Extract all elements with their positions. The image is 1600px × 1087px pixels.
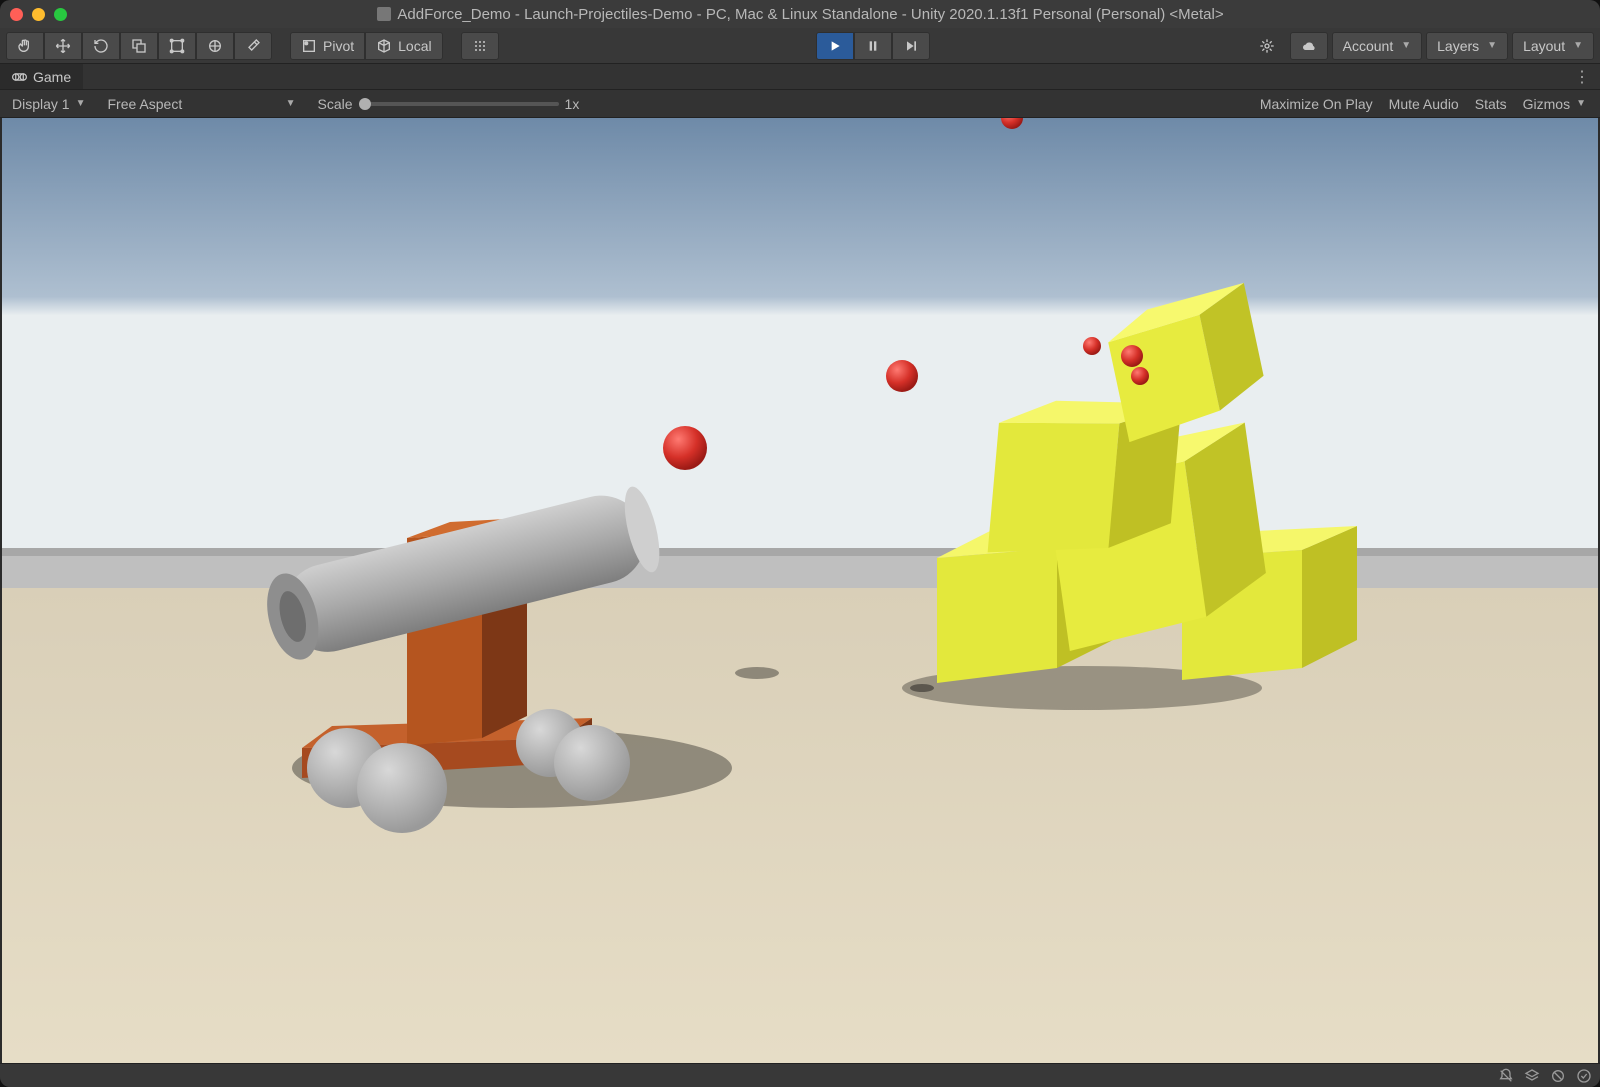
scale-slider[interactable] — [359, 102, 559, 106]
maximize-window-button[interactable] — [54, 8, 67, 21]
chevron-down-icon: ▼ — [1401, 40, 1411, 51]
gizmos-dropdown[interactable]: Gizmos ▼ — [1515, 94, 1594, 114]
pivot-toggle-button[interactable]: Pivot — [290, 32, 365, 60]
pivot-label: Pivot — [323, 38, 354, 54]
chevron-down-icon: ▼ — [1487, 40, 1497, 51]
cloud-icon — [1301, 38, 1317, 54]
rotate-icon — [93, 38, 109, 54]
tab-strip: Game ⋮ — [0, 64, 1600, 90]
scale-control: Scale 1x — [312, 94, 586, 114]
snap-grid-icon — [472, 38, 488, 54]
scale-icon — [131, 38, 147, 54]
tab-game-label: Game — [33, 69, 71, 85]
game-tab-icon — [12, 72, 27, 82]
game-viewport[interactable] — [2, 118, 1598, 1063]
play-button[interactable] — [816, 32, 854, 60]
scale-value: 1x — [565, 96, 580, 112]
maximize-on-play-toggle[interactable]: Maximize On Play — [1252, 94, 1381, 114]
stats-label: Stats — [1475, 96, 1507, 112]
move-icon — [55, 38, 71, 54]
hand-icon — [17, 38, 33, 54]
transform-tools-group — [6, 32, 272, 60]
stats-toggle[interactable]: Stats — [1467, 94, 1515, 114]
rect-tool-button[interactable] — [158, 32, 196, 60]
unity-logo-icon — [377, 7, 391, 21]
rect-icon — [169, 38, 185, 54]
projectile-sprite — [663, 426, 707, 470]
multi-transform-icon — [207, 38, 223, 54]
display-dropdown[interactable]: Display 1 ▼ — [6, 94, 92, 114]
chevron-down-icon: ▼ — [76, 98, 86, 109]
local-icon — [376, 38, 392, 54]
move-tool-button[interactable] — [44, 32, 82, 60]
pause-button[interactable] — [854, 32, 892, 60]
collab-icon — [1259, 38, 1275, 54]
hand-tool-button[interactable] — [6, 32, 44, 60]
tab-game[interactable]: Game — [0, 64, 83, 89]
mute-label: Mute Audio — [1389, 96, 1459, 112]
snap-toggle-button[interactable] — [461, 32, 499, 60]
cloud-button[interactable] — [1290, 32, 1328, 60]
window-title: AddForce_Demo - Launch-Projectiles-Demo … — [397, 6, 1223, 23]
transform-tool-button[interactable] — [196, 32, 234, 60]
account-dropdown[interactable]: Account ▼ — [1332, 32, 1423, 60]
main-toolbar: Pivot Local — [0, 28, 1600, 64]
close-window-button[interactable] — [10, 8, 23, 21]
gizmos-label: Gizmos — [1523, 96, 1570, 112]
pause-icon — [865, 38, 881, 54]
local-toggle-button[interactable]: Local — [365, 32, 442, 60]
display-label: Display 1 — [12, 96, 70, 112]
play-icon — [827, 38, 843, 54]
play-controls-group — [816, 32, 930, 60]
progress-idle-icon[interactable] — [1576, 1068, 1592, 1084]
mute-audio-toggle[interactable]: Mute Audio — [1381, 94, 1467, 114]
projectile-sprite — [1131, 367, 1149, 385]
debug-off-icon[interactable] — [1550, 1068, 1566, 1084]
rotate-tool-button[interactable] — [82, 32, 120, 60]
collab-button[interactable] — [1248, 32, 1286, 60]
step-button[interactable] — [892, 32, 930, 60]
status-bar — [0, 1063, 1600, 1087]
aspect-label: Free Aspect — [108, 96, 183, 112]
layout-dropdown[interactable]: Layout ▼ — [1512, 32, 1594, 60]
editor-tool-button[interactable] — [234, 32, 272, 60]
projectile-sprite — [1121, 345, 1143, 367]
autosave-icon[interactable] — [1524, 1068, 1540, 1084]
chevron-down-icon: ▼ — [286, 98, 296, 109]
scale-tool-button[interactable] — [120, 32, 158, 60]
local-label: Local — [398, 38, 431, 54]
scale-label: Scale — [318, 96, 353, 112]
chevron-down-icon: ▼ — [1576, 98, 1586, 109]
layers-dropdown[interactable]: Layers ▼ — [1426, 32, 1508, 60]
minimize-window-button[interactable] — [32, 8, 45, 21]
maximize-label: Maximize On Play — [1260, 96, 1373, 112]
bell-off-icon[interactable] — [1498, 1068, 1514, 1084]
aspect-dropdown[interactable]: Free Aspect ▼ — [102, 94, 302, 114]
projectile-sprite — [886, 360, 918, 392]
title-bar: AddForce_Demo - Launch-Projectiles-Demo … — [0, 0, 1600, 28]
layout-label: Layout — [1523, 38, 1565, 54]
projectile-sprite — [1083, 337, 1101, 355]
wrench-icon — [245, 38, 261, 54]
account-label: Account — [1343, 38, 1394, 54]
step-icon — [903, 38, 919, 54]
game-view-bar: Display 1 ▼ Free Aspect ▼ Scale 1x Maximi… — [0, 90, 1600, 118]
chevron-down-icon: ▼ — [1573, 40, 1583, 51]
pivot-icon — [301, 38, 317, 54]
tab-options-button[interactable]: ⋮ — [1564, 67, 1600, 87]
layers-label: Layers — [1437, 38, 1479, 54]
